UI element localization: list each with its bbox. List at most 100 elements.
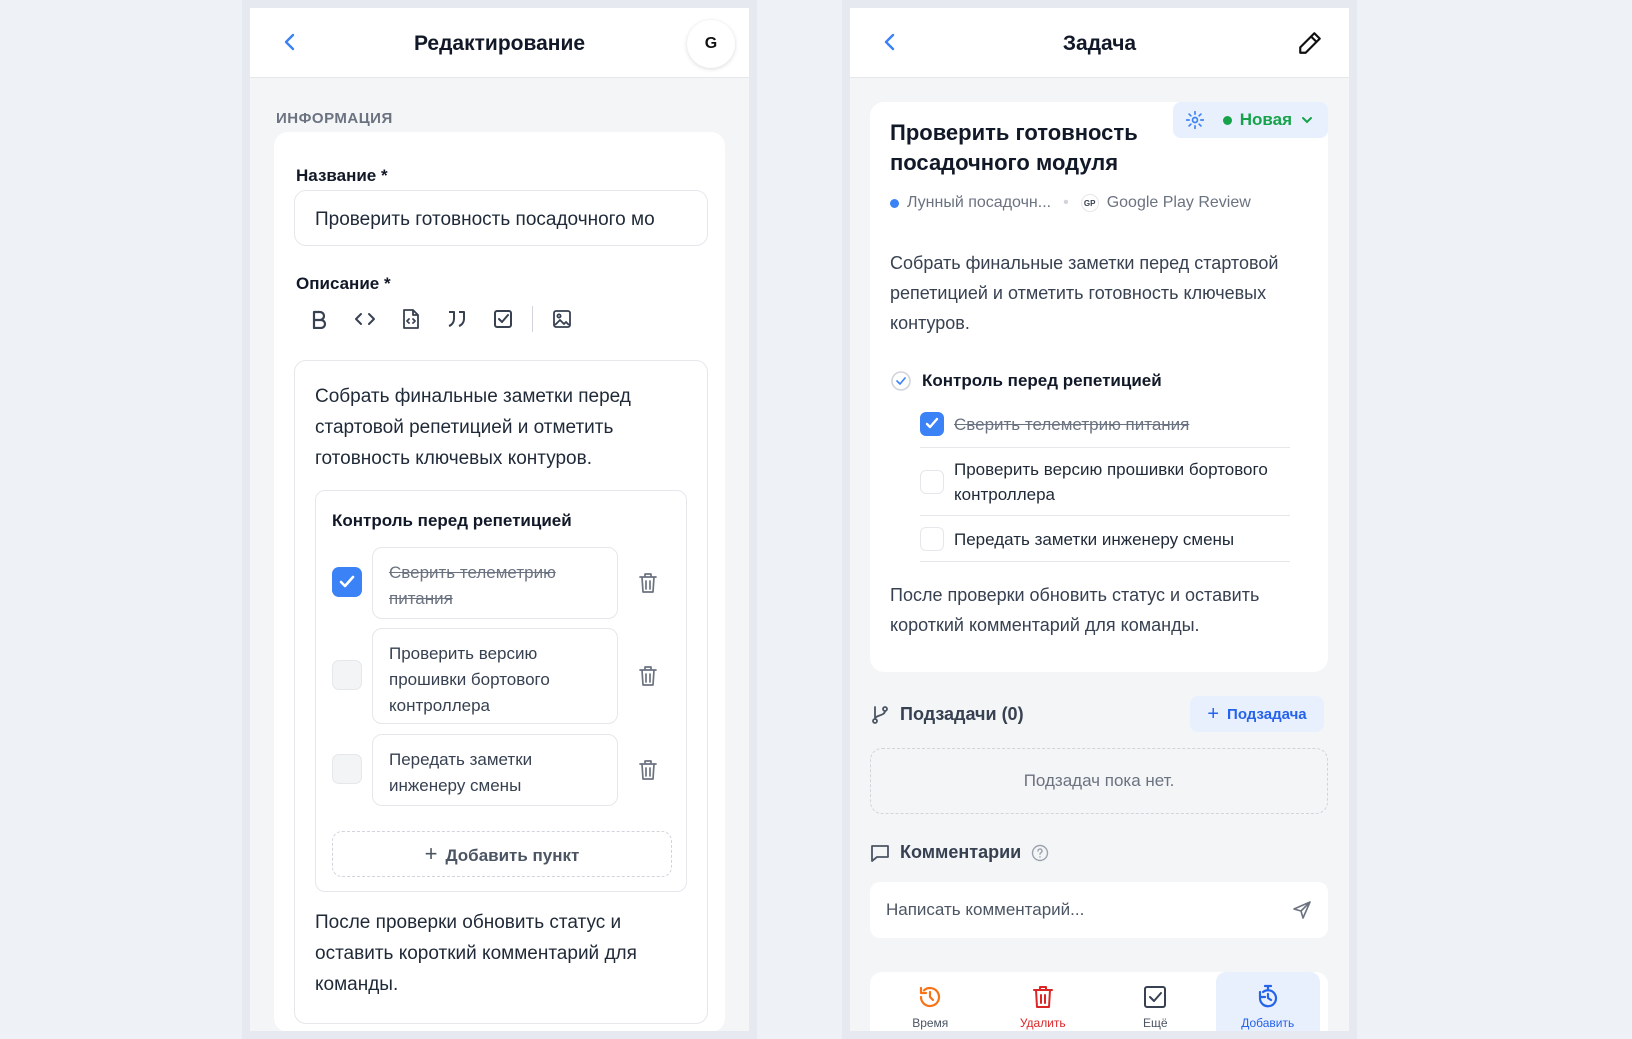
task-outro: После проверки обновить статус и оставит…: [890, 585, 1260, 635]
checklist-header: Контроль перед репетицией: [890, 370, 1162, 392]
name-input[interactable]: Проверить готовность посадочного мо: [294, 190, 708, 246]
checklist-item[interactable]: Передать заметки инженеру смены: [920, 516, 1290, 562]
subtasks-header: Подзадачи (0): [870, 704, 1024, 725]
image-icon: [553, 310, 571, 328]
time-action[interactable]: Время: [878, 972, 982, 1031]
item-text-input[interactable]: Сверить телеметрию питания: [372, 547, 618, 619]
branch-icon: [872, 705, 888, 724]
task-meta: Лунный посадочн... • GP Google Play Revi…: [890, 194, 1251, 212]
description-editor[interactable]: Собрать финальные заметки перед стартово…: [294, 360, 708, 1024]
avatar[interactable]: G: [687, 20, 735, 68]
comments-label: Комментарии: [900, 842, 1022, 862]
add-subtask-button[interactable]: + Подзадача: [1190, 696, 1324, 732]
meta-separator: •: [1063, 194, 1069, 211]
item-checkbox[interactable]: [332, 754, 362, 784]
source-badge-icon: GP: [1080, 194, 1099, 212]
item-checkbox[interactable]: [920, 527, 944, 551]
item-text: Передать заметки инженеру смены: [389, 750, 533, 795]
plus-icon: +: [1207, 702, 1220, 725]
task-card: Проверить готовность посадочного модуля …: [870, 102, 1328, 672]
checklist-block: Контроль перед репетицией Сверить телеме…: [315, 490, 687, 892]
subtasks-empty: Подзадач пока нет.: [870, 748, 1328, 814]
time-label: Время: [912, 1016, 949, 1030]
check-icon: [925, 417, 939, 429]
checklist-item[interactable]: Проверить версию прошивки бортового конт…: [920, 448, 1290, 516]
item-text-input[interactable]: Передать заметки инженеру смены: [372, 734, 618, 806]
task-screen-frame: Задача Проверить готовность посадочного …: [842, 0, 1357, 1039]
checklist-title: Контроль перед репетицией: [922, 371, 1162, 390]
bold-icon: [312, 310, 327, 329]
item-checkbox[interactable]: [332, 567, 362, 597]
checklist-button[interactable]: [480, 299, 526, 339]
more-label: Ещё: [1142, 1016, 1168, 1030]
pencil-icon[interactable]: [1297, 30, 1323, 56]
action-bar: Время Удалить Ещё Добавить: [870, 972, 1328, 1031]
timer-icon: [1258, 984, 1277, 1008]
item-checkbox[interactable]: [920, 470, 944, 494]
add-item-label: Добавить пункт: [445, 846, 580, 865]
quote-button[interactable]: [434, 299, 480, 339]
image-button[interactable]: [539, 299, 585, 339]
item-checkbox[interactable]: [332, 660, 362, 690]
check-circle-icon: [891, 371, 911, 391]
more-action[interactable]: Ещё: [1103, 972, 1207, 1031]
add-subtask-label: Подзадача: [1227, 705, 1307, 723]
bold-button[interactable]: [296, 299, 342, 339]
item-text: Передать заметки инженеру смены: [954, 530, 1235, 549]
trash-icon: [1032, 986, 1053, 1008]
add-time-action[interactable]: Добавить: [1215, 972, 1320, 1031]
item-text: Проверить версию прошивки бортового конт…: [389, 644, 550, 715]
quote-icon: [448, 311, 465, 327]
trash-icon[interactable]: [638, 665, 658, 687]
description-outro: После проверки обновить статус и оставит…: [315, 912, 637, 995]
task-intro: Собрать финальные заметки перед стартово…: [890, 253, 1279, 333]
page-title: Задача: [1062, 32, 1137, 55]
status-dot: [1222, 115, 1232, 125]
description-label: Описание *: [296, 274, 391, 293]
send-icon[interactable]: [1292, 900, 1312, 920]
add-label: Добавить: [1241, 1016, 1295, 1030]
plus-icon: +: [424, 841, 438, 866]
help-icon[interactable]: [1031, 844, 1049, 862]
item-text: Сверить телеметрию питания: [954, 415, 1190, 434]
item-checkbox[interactable]: [920, 412, 944, 436]
trash-icon[interactable]: [638, 572, 658, 594]
editor-toolbar: [296, 298, 585, 340]
edit-screen-frame: Редактирование G ИНФОРМАЦИЯ Название * П…: [242, 0, 757, 1039]
comment-icon: [871, 844, 889, 862]
add-item-button[interactable]: + Добавить пункт: [332, 831, 672, 877]
status-label: Новая: [1239, 110, 1292, 129]
section-label: ИНФОРМАЦИЯ: [276, 110, 393, 127]
comment-input[interactable]: Написать комментарий...: [870, 882, 1328, 938]
checklist-title: Контроль перед репетицией: [332, 511, 572, 530]
project-name[interactable]: Лунный посадочн...: [907, 194, 1051, 212]
delete-label: Удалить: [1019, 1016, 1066, 1030]
delete-action[interactable]: Удалить: [991, 972, 1095, 1031]
checklist-item: Передать заметки инженеру смены: [332, 734, 672, 806]
gear-icon[interactable]: [1185, 110, 1205, 130]
history-icon: [920, 986, 941, 1008]
comments-header: Комментарии: [870, 842, 1049, 863]
subtasks-label: Подзадачи (0): [900, 704, 1024, 724]
item-text-input[interactable]: Проверить версию прошивки бортового конт…: [372, 628, 618, 724]
description-intro: Собрать финальные заметки перед стартово…: [315, 386, 631, 469]
item-text: Сверить телеметрию питания: [389, 563, 556, 608]
checkbox-icon: [1144, 986, 1167, 1008]
check-icon: [339, 575, 355, 588]
edit-topbar: Редактирование G: [250, 8, 749, 78]
checkbox-icon: [494, 310, 512, 328]
task-screen: Задача Проверить готовность посадочного …: [850, 8, 1349, 1031]
trash-icon[interactable]: [638, 759, 658, 781]
task-title: Проверить готовность посадочного модуля: [890, 120, 1138, 175]
source-name[interactable]: Google Play Review: [1107, 194, 1251, 212]
name-label: Название *: [296, 166, 388, 185]
checklist-item: Проверить версию прошивки бортового конт…: [332, 628, 672, 724]
code-block-button[interactable]: [388, 299, 434, 339]
task-topbar: Задача: [850, 8, 1349, 78]
checklist-item[interactable]: Сверить телеметрию питания: [920, 402, 1290, 448]
item-text: Проверить версию прошивки бортового конт…: [954, 460, 1268, 504]
status-dropdown[interactable]: Новая: [1172, 102, 1328, 138]
code-button[interactable]: [342, 299, 388, 339]
checklist-item: Сверить телеметрию питания: [332, 547, 672, 619]
comment-placeholder: Написать комментарий...: [886, 900, 1085, 919]
